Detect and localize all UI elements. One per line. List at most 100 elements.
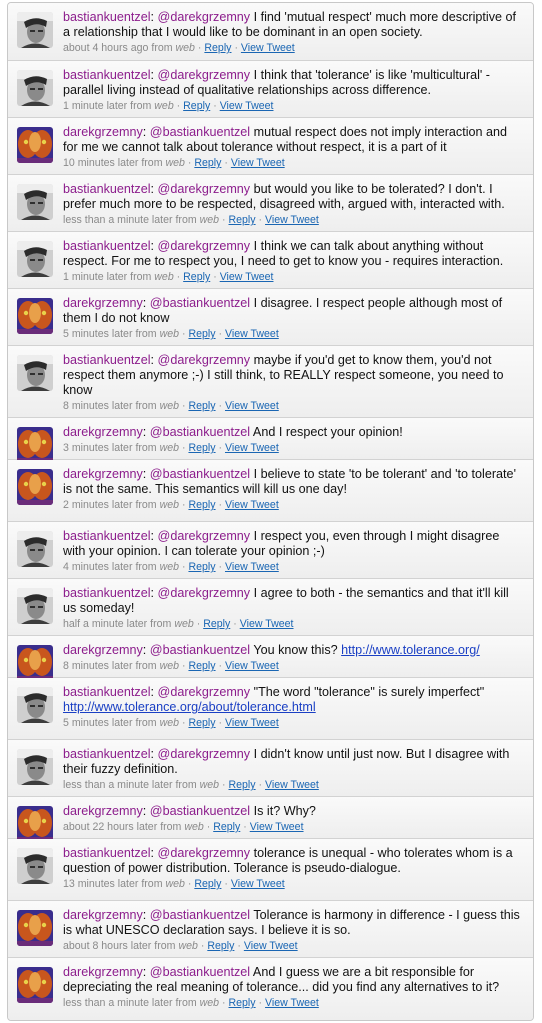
user-avatar[interactable] xyxy=(17,531,53,567)
user-avatar[interactable] xyxy=(17,645,53,681)
username-link[interactable]: bastiankuentzel xyxy=(63,685,151,699)
username-link[interactable]: darekgrzemny xyxy=(63,643,143,657)
user-avatar[interactable] xyxy=(17,588,53,624)
username-link[interactable]: darekgrzemny xyxy=(63,965,143,979)
reply-link[interactable]: Reply xyxy=(229,214,256,226)
username-link[interactable]: darekgrzemny xyxy=(63,296,143,310)
reply-link[interactable]: Reply xyxy=(229,779,256,791)
mention-link[interactable]: @darekgrzemny xyxy=(158,353,251,367)
tweet-meta: about 22 hours later from web · Reply · … xyxy=(63,821,525,834)
user-avatar[interactable] xyxy=(17,427,53,463)
username-link[interactable]: bastiankuentzel xyxy=(63,586,151,600)
reply-link[interactable]: Reply xyxy=(229,997,256,1009)
user-avatar[interactable] xyxy=(17,848,53,884)
user-avatar[interactable] xyxy=(17,910,53,946)
reply-link[interactable]: Reply xyxy=(188,561,215,573)
mention-link[interactable]: @bastiankuentzel xyxy=(150,908,250,922)
reply-link[interactable]: Reply xyxy=(188,328,215,340)
view-tweet-link[interactable]: View Tweet xyxy=(265,997,319,1009)
user-avatar[interactable] xyxy=(17,12,53,48)
separator-dot: · xyxy=(213,100,217,112)
username-link[interactable]: bastiankuentzel xyxy=(63,529,151,543)
username-link[interactable]: bastiankuentzel xyxy=(63,747,151,761)
mention-link[interactable]: @bastiankuentzel xyxy=(150,643,250,657)
mention-link[interactable]: @bastiankuentzel xyxy=(150,296,250,310)
portrait-avatar-icon xyxy=(17,531,53,567)
view-tweet-link[interactable]: View Tweet xyxy=(220,271,274,283)
mention-link[interactable]: @bastiankuentzel xyxy=(150,965,250,979)
user-avatar[interactable] xyxy=(17,967,53,1003)
reply-link[interactable]: Reply xyxy=(204,42,231,54)
view-tweet-link[interactable]: View Tweet xyxy=(231,878,285,890)
view-tweet-link[interactable]: View Tweet xyxy=(265,214,319,226)
user-avatar[interactable] xyxy=(17,687,53,723)
user-avatar[interactable] xyxy=(17,241,53,277)
view-tweet-link[interactable]: View Tweet xyxy=(225,400,279,412)
timestamp: 8 minutes later xyxy=(63,660,133,672)
url-link[interactable]: http://www.tolerance.org/about/tolerance… xyxy=(63,700,316,714)
mention-link[interactable]: @darekgrzemny xyxy=(158,586,251,600)
view-tweet-link[interactable]: View Tweet xyxy=(265,779,319,791)
reply-link[interactable]: Reply xyxy=(213,821,240,833)
reply-link[interactable]: Reply xyxy=(188,717,215,729)
mention-link[interactable]: @darekgrzemny xyxy=(158,239,251,253)
reply-link[interactable]: Reply xyxy=(183,271,210,283)
reply-link[interactable]: Reply xyxy=(188,660,215,672)
username-link[interactable]: darekgrzemny xyxy=(63,804,143,818)
view-tweet-link[interactable]: View Tweet xyxy=(225,717,279,729)
username-link[interactable]: darekgrzemny xyxy=(63,467,143,481)
username-link[interactable]: bastiankuentzel xyxy=(63,182,151,196)
mention-link[interactable]: @darekgrzemny xyxy=(158,846,251,860)
reply-link[interactable]: Reply xyxy=(194,878,221,890)
user-avatar[interactable] xyxy=(17,298,53,334)
user-avatar[interactable] xyxy=(17,70,53,106)
mention-link[interactable]: @darekgrzemny xyxy=(158,182,251,196)
username-link[interactable]: bastiankuentzel xyxy=(63,239,151,253)
url-link[interactable]: http://www.tolerance.org/ xyxy=(341,643,480,657)
reply-link[interactable]: Reply xyxy=(188,400,215,412)
username-link[interactable]: bastiankuentzel xyxy=(63,10,151,24)
portrait-avatar-icon xyxy=(17,687,53,723)
view-tweet-link[interactable]: View Tweet xyxy=(225,499,279,511)
reply-link[interactable]: Reply xyxy=(188,442,215,454)
timestamp: half a minute later xyxy=(63,618,148,630)
from-label: from xyxy=(160,821,182,833)
reply-link[interactable]: Reply xyxy=(194,157,221,169)
username-link[interactable]: bastiankuentzel xyxy=(63,846,151,860)
view-tweet-link[interactable]: View Tweet xyxy=(220,100,274,112)
username-link[interactable]: darekgrzemny xyxy=(63,425,143,439)
view-tweet-link[interactable]: View Tweet xyxy=(240,618,294,630)
view-tweet-link[interactable]: View Tweet xyxy=(241,42,295,54)
view-tweet-link[interactable]: View Tweet xyxy=(250,821,304,833)
reply-link[interactable]: Reply xyxy=(203,618,230,630)
view-tweet-link[interactable]: View Tweet xyxy=(231,157,285,169)
mention-link[interactable]: @bastiankuentzel xyxy=(150,425,250,439)
mention-link[interactable]: @bastiankuentzel xyxy=(150,804,250,818)
view-tweet-link[interactable]: View Tweet xyxy=(225,660,279,672)
view-tweet-link[interactable]: View Tweet xyxy=(225,561,279,573)
username-link[interactable]: bastiankuentzel xyxy=(63,353,151,367)
mention-link[interactable]: @bastiankuentzel xyxy=(150,467,250,481)
user-avatar[interactable] xyxy=(17,806,53,842)
view-tweet-link[interactable]: View Tweet xyxy=(225,442,279,454)
user-avatar[interactable] xyxy=(17,749,53,785)
reply-link[interactable]: Reply xyxy=(188,499,215,511)
user-avatar[interactable] xyxy=(17,469,53,505)
username-link[interactable]: bastiankuentzel xyxy=(63,68,151,82)
mention-link[interactable]: @bastiankuentzel xyxy=(150,125,250,139)
mention-link[interactable]: @darekgrzemny xyxy=(158,747,251,761)
reply-link[interactable]: Reply xyxy=(207,940,234,952)
reply-link[interactable]: Reply xyxy=(183,100,210,112)
user-avatar[interactable] xyxy=(17,127,53,163)
mention-link[interactable]: @darekgrzemny xyxy=(158,529,251,543)
username-link[interactable]: darekgrzemny xyxy=(63,908,143,922)
source-label: web xyxy=(159,328,180,340)
mention-link[interactable]: @darekgrzemny xyxy=(158,10,251,24)
mention-link[interactable]: @darekgrzemny xyxy=(158,685,251,699)
user-avatar[interactable] xyxy=(17,184,53,220)
view-tweet-link[interactable]: View Tweet xyxy=(244,940,298,952)
mention-link[interactable]: @darekgrzemny xyxy=(158,68,251,82)
view-tweet-link[interactable]: View Tweet xyxy=(225,328,279,340)
user-avatar[interactable] xyxy=(17,355,53,391)
username-link[interactable]: darekgrzemny xyxy=(63,125,143,139)
